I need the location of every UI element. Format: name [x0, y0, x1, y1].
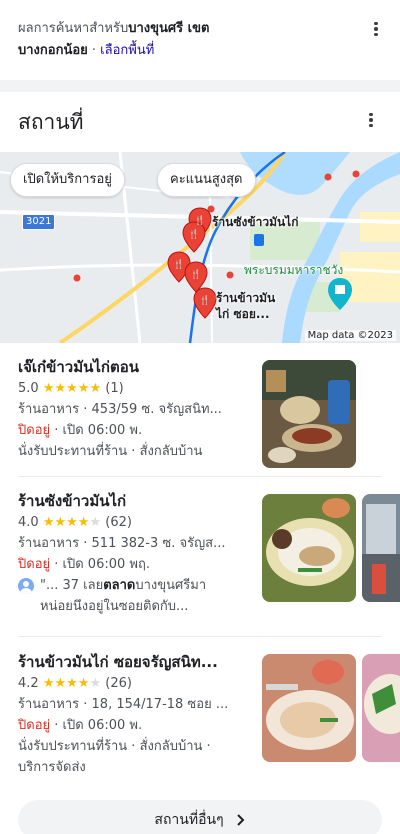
review-text-suffix: บางขุนศรีมา: [135, 578, 207, 593]
service-options-line2: บริการจัดส่ง: [18, 760, 86, 775]
svg-text:🍴: 🍴: [194, 214, 205, 226]
hours-row: ปิดอยู่ · เปิด 06:00 พ.: [18, 420, 250, 441]
search-context-header: ผลการค้นหาสำหรับบางขุนศรี เขต บางกอกน้อย…: [0, 0, 400, 80]
place-name[interactable]: เจ๊เก๋ข้าวมันไก่ตอน: [18, 356, 250, 378]
review-count: (1): [105, 381, 124, 396]
search-context-prefix: ผลการค้นหาสำหรับ: [18, 21, 129, 36]
map-attribution: Map data ©2023: [304, 330, 396, 341]
search-context-text: ผลการค้นหาสำหรับบางขุนศรี เขต บางกอกน้อย…: [18, 18, 360, 62]
status-closed: ปิดอยู่: [18, 718, 51, 733]
map-dot-marker: [226, 271, 234, 279]
star-rating-icon: ★★★★★: [42, 676, 102, 691]
rating-row: 4.2 ★★★★★ (26): [18, 673, 250, 694]
choose-area-link[interactable]: เลือกพื้นที่: [100, 43, 154, 58]
rating-value: 5.0: [18, 381, 39, 396]
hours-row: ปิดอยู่ · เปิด 06:00 พฤ.: [18, 554, 250, 575]
place-photo[interactable]: [262, 494, 356, 602]
service-options: นั่งรับประทานที่ร้าน · สั่งกลับบ้าน: [18, 444, 203, 459]
rating-row: 4.0 ★★★★★ (62): [18, 512, 250, 533]
map-dot-marker: [324, 173, 332, 181]
svg-text:🍴: 🍴: [188, 228, 199, 240]
place-name[interactable]: ร้านข้าวมันไก่ ซอยจรัญสนิท...: [18, 651, 250, 673]
train-station-icon: [254, 234, 264, 246]
more-vert-icon[interactable]: [366, 19, 386, 39]
place-photo[interactable]: [262, 654, 356, 762]
opening-hours: · เปิด 06:00 พ.: [50, 718, 143, 733]
more-places-label: สถานที่อื่นๆ: [154, 812, 224, 828]
map-view[interactable]: 🍴 🍴 🍴 🍴 🍴 เปิดให้บริการอยู่ คะแนนสูงสุด …: [0, 152, 400, 343]
rating-value: 4.0: [18, 515, 39, 530]
chevron-right-icon: [236, 814, 245, 826]
status-closed: ปิดอยู่: [18, 557, 51, 572]
map-place-label[interactable]: ร้านซังข้าวมันไก่: [212, 214, 298, 230]
top-rated-filter-chip[interactable]: คะแนนสูงสุด: [157, 163, 256, 197]
user-avatar-icon: [18, 578, 34, 594]
open-now-filter-chip[interactable]: เปิดให้บริการอยู่: [10, 163, 125, 197]
review-text: "... 37 เลยตลาดบางขุนศรีมา หน่อยนึงอยู่ใ…: [40, 575, 206, 617]
separator-dot: ·: [87, 43, 101, 58]
listing-divider: [18, 476, 382, 477]
place-name[interactable]: ร้านซังข้าวมันไก่: [18, 490, 250, 512]
review-text-prefix: "... 37 เลย: [40, 578, 104, 593]
svg-text:🍴: 🍴: [190, 268, 201, 280]
place-photo[interactable]: [362, 494, 400, 602]
review-count: (26): [105, 676, 132, 691]
star-rating-icon: ★★★★★: [42, 381, 102, 396]
opening-hours: · เปิด 06:00 พฤ.: [50, 557, 150, 572]
review-count: (62): [105, 515, 132, 530]
place-info: ร้านอาหาร · 453/59 ซ. จรัญสนิท...: [18, 402, 222, 417]
map-dot-marker: [73, 274, 81, 282]
search-location-part1: บางขุนศรี เขต: [128, 21, 210, 36]
map-dot-marker: [352, 170, 360, 178]
place-photo[interactable]: [362, 654, 400, 762]
more-places-button[interactable]: สถานที่อื่นๆ: [18, 800, 382, 834]
section-title: สถานที่: [18, 110, 84, 134]
place-info: ร้านอาหาร · 18, 154/17-18 ซอย ...: [18, 697, 229, 712]
map-place-label[interactable]: ไก่ ซอย...: [216, 306, 270, 322]
map-landmark-label[interactable]: พระบรมมหาราชวัง: [244, 262, 343, 278]
place-info: ร้านอาหาร · 511 382-3 ซ. จรัญส...: [18, 536, 226, 551]
review-highlight: ตลาด: [103, 578, 136, 593]
rating-value: 4.2: [18, 676, 39, 691]
map-urban-area: [360, 212, 400, 242]
status-closed: ปิดอยู่: [18, 423, 51, 438]
map-place-label[interactable]: ร้านข้าวมัน: [216, 290, 275, 306]
section-divider: [0, 80, 400, 92]
place-photo[interactable]: [262, 360, 356, 468]
hours-row: ปิดอยู่ · เปิด 06:00 พ.: [18, 715, 250, 736]
opening-hours: · เปิด 06:00 พ.: [50, 423, 143, 438]
review-text-line2: หน่อยนึงอยู่ในซอยติดกับ...: [40, 599, 189, 614]
listing-divider: [18, 636, 382, 637]
svg-text:🍴: 🍴: [173, 258, 184, 270]
service-options: นั่งรับประทานที่ร้าน · สั่งกลับบ้าน ·: [18, 739, 211, 754]
more-vert-icon[interactable]: [361, 110, 381, 130]
svg-text:🍴: 🍴: [199, 294, 210, 306]
star-rating-icon: ★★★★★: [42, 515, 102, 530]
search-location-part2: บางกอกน้อย: [18, 43, 88, 58]
rating-row: 5.0 ★★★★★ (1): [18, 378, 250, 399]
road-number-badge: 3021: [22, 214, 56, 230]
